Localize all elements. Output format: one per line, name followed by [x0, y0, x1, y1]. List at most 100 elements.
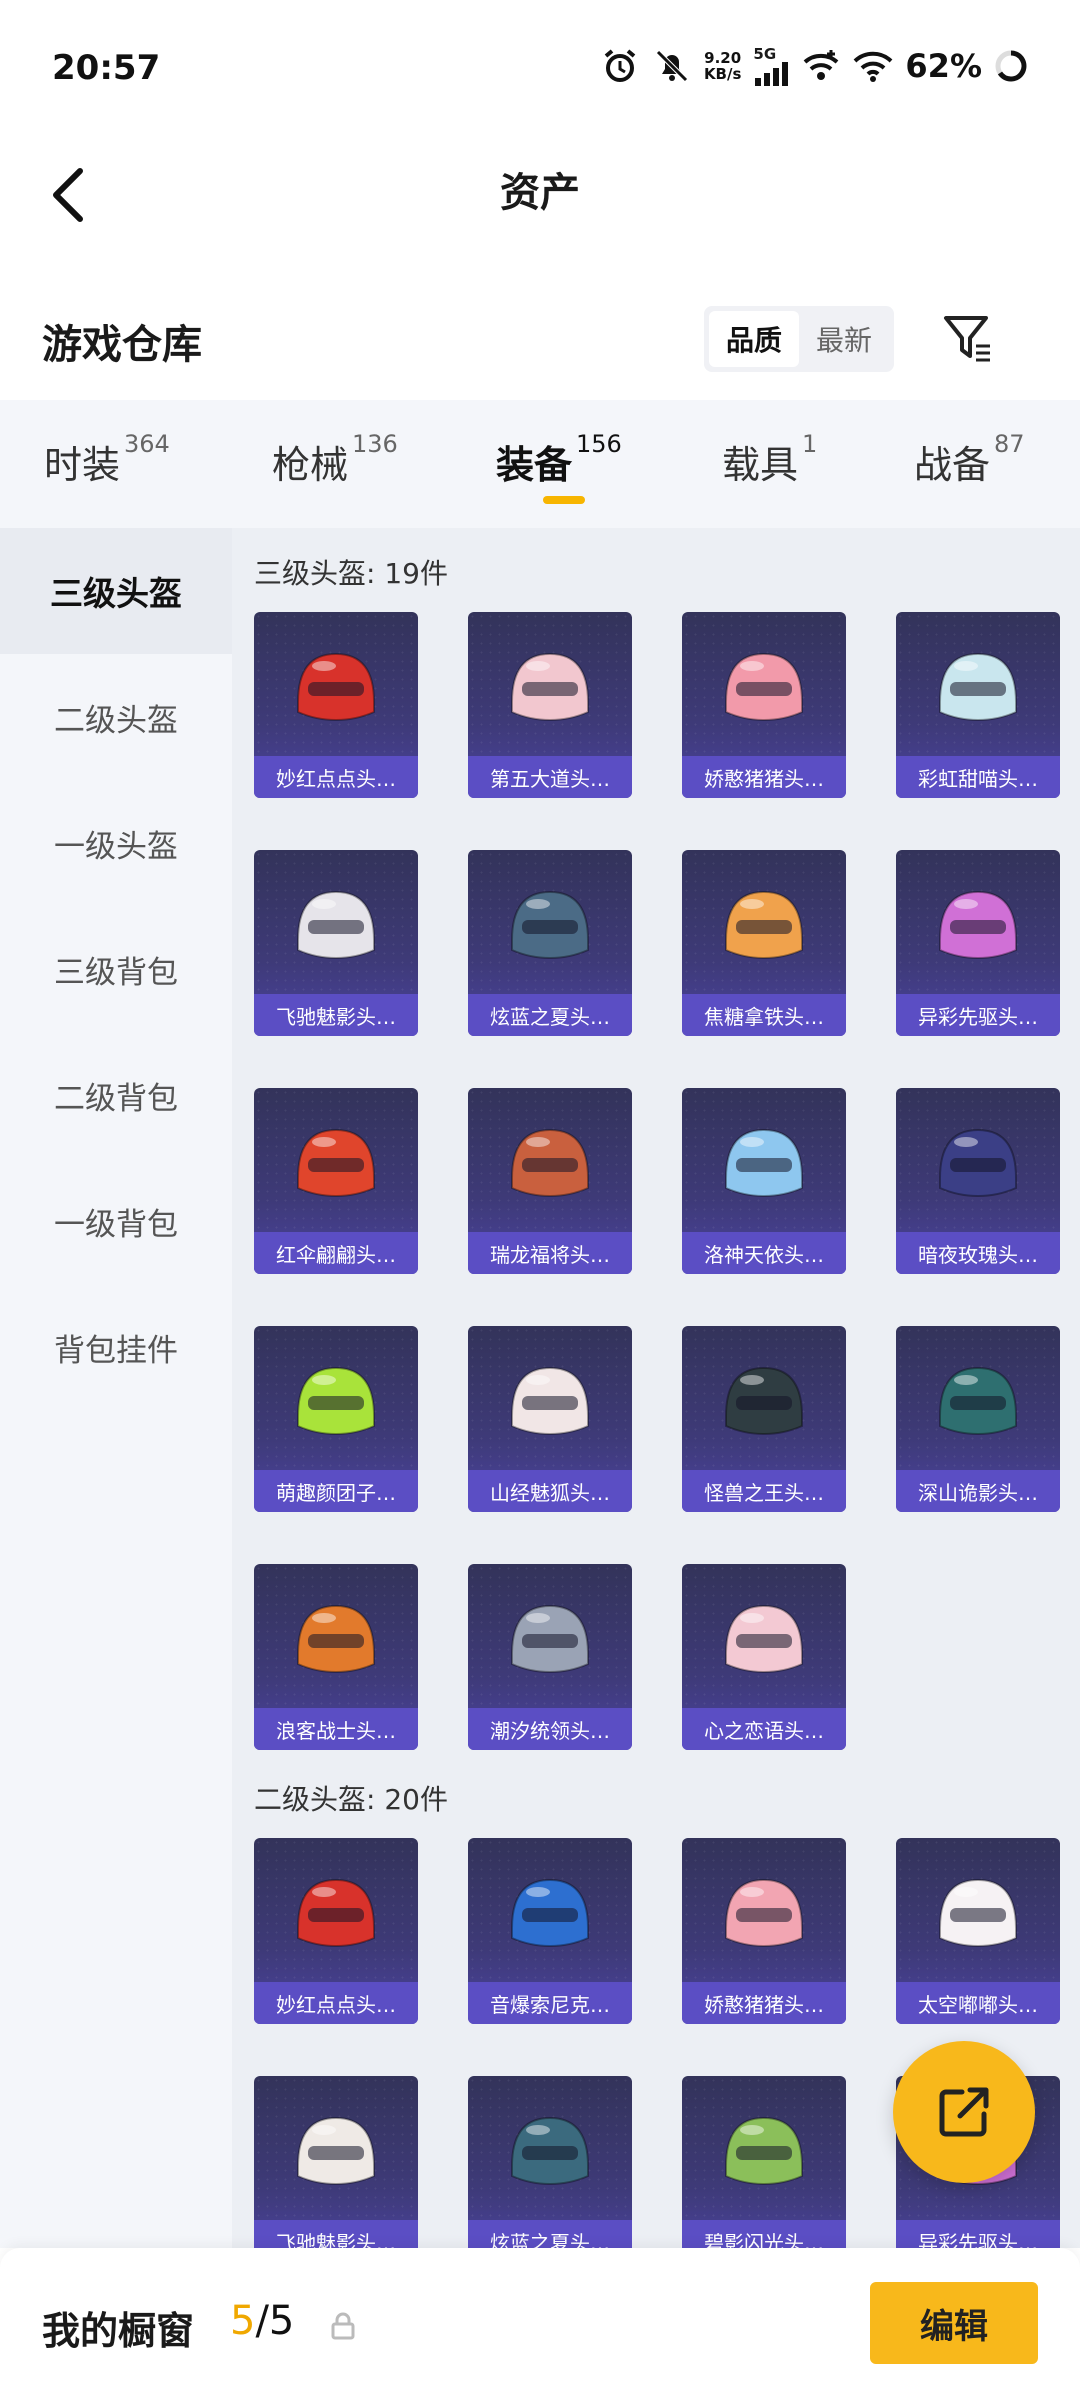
section-title: 二级头盔: 20件 [254, 1783, 448, 1816]
item-card[interactable]: 红伞翩翩头… [254, 1088, 418, 1274]
active-tab-indicator [543, 496, 585, 504]
sidebar-item-level2-helmet[interactable]: 二级头盔 [0, 654, 232, 780]
item-card[interactable]: 潮汐统领头… [468, 1564, 632, 1750]
item-name: 暗夜玫瑰头… [896, 1232, 1060, 1274]
item-card[interactable]: 飞驰魅影头… [254, 850, 418, 1036]
helmet-icon [511, 1128, 589, 1198]
mute-icon [656, 50, 688, 82]
item-card[interactable]: 深山诡影头… [896, 1326, 1060, 1512]
helmet-icon [939, 1366, 1017, 1436]
sidebar-item-level1-helmet[interactable]: 一级头盔 [0, 780, 232, 906]
sidebar-item-level1-backpack[interactable]: 一级背包 [0, 1158, 232, 1284]
edit-button[interactable]: 编辑 [870, 2282, 1038, 2364]
sort-quality-option[interactable]: 品质 [709, 311, 799, 367]
sidebar-item-level3-helmet[interactable]: 三级头盔 [0, 528, 232, 654]
status-icons: 9.20 KB/s 5G 62% [600, 46, 1028, 86]
item-card[interactable]: 洛神天依头… [682, 1088, 846, 1274]
tab-supplies[interactable]: 战备 87 [914, 430, 1025, 489]
item-name: 萌趣颜团子… [254, 1470, 418, 1512]
showcase-bar: 我的橱窗 5/5 编辑 [0, 2248, 1080, 2400]
item-card[interactable]: 山经魅狐头… [468, 1326, 632, 1512]
signal-icon [755, 61, 789, 86]
status-time: 20:57 [52, 48, 161, 88]
item-name: 潮汐统领头… [468, 1708, 632, 1750]
helmet-icon [511, 1878, 589, 1948]
helmet-icon [511, 652, 589, 722]
item-card[interactable]: 怪兽之王头… [682, 1326, 846, 1512]
helmet-icon [511, 1604, 589, 1674]
item-name: 太空嘟嘟头… [896, 1982, 1060, 2024]
item-name: 妙红点点头… [254, 756, 418, 798]
tab-fashion[interactable]: 时装 364 [44, 430, 170, 489]
showcase-count-total: /5 [255, 2298, 295, 2344]
item-name: 炫蓝之夏头… [468, 994, 632, 1036]
item-name: 深山诡影头… [896, 1470, 1060, 1512]
item-card[interactable]: 妙红点点头… [254, 612, 418, 798]
battery-percent: 62% [905, 47, 982, 85]
sidebar-item-level3-backpack[interactable]: 三级背包 [0, 906, 232, 1032]
tab-count: 87 [994, 430, 1025, 458]
tab-count: 364 [124, 430, 170, 458]
signal-group: 5G [753, 44, 789, 86]
item-card[interactable]: 炫蓝之夏头… [468, 850, 632, 1036]
item-grid: 三级头盔: 19件 二级头盔: 20件 妙红点点头… 第五大道头… 娇憨猪猪头… 彩虹… [232, 528, 1080, 2248]
wifi-calling-icon [804, 50, 839, 80]
app-header: 资产 [0, 140, 1080, 250]
item-name: 碧影闪光头… [682, 2220, 846, 2248]
share-button[interactable] [893, 2041, 1035, 2183]
sort-newest-option[interactable]: 最新 [799, 311, 889, 367]
sidebar-item-backpack-charm[interactable]: 背包挂件 [0, 1284, 232, 1410]
net-type: 5G [753, 44, 777, 63]
item-card[interactable]: 碧影闪光头… [682, 2076, 846, 2248]
helmet-icon [725, 652, 803, 722]
helmet-icon [297, 1128, 375, 1198]
item-card[interactable]: 异彩先驱头… [896, 850, 1060, 1036]
item-name: 红伞翩翩头… [254, 1232, 418, 1274]
helmet-icon [725, 1366, 803, 1436]
item-card[interactable]: 娇憨猪猪头… [682, 612, 846, 798]
tab-firearms[interactable]: 枪械 136 [272, 430, 398, 489]
tab-label: 装备 [496, 443, 573, 487]
item-card[interactable]: 心之恋语头… [682, 1564, 846, 1750]
helmet-icon [511, 2116, 589, 2186]
external-link-icon [939, 2087, 989, 2137]
item-card[interactable]: 太空嘟嘟头… [896, 1838, 1060, 2024]
net-speed-value: 9.20 [704, 49, 742, 67]
helmet-icon [939, 1128, 1017, 1198]
helmet-icon [297, 2116, 375, 2186]
tab-count: 156 [576, 430, 622, 458]
item-name: 异彩先驱头… [896, 994, 1060, 1036]
item-card[interactable]: 妙红点点头… [254, 1838, 418, 2024]
item-name: 娇憨猪猪头… [682, 1982, 846, 2024]
filter-button[interactable] [938, 308, 998, 368]
item-name: 飞驰魅影头… [254, 994, 418, 1036]
status-bar: 20:57 9.20 KB/s 5G 62% [0, 0, 1080, 140]
item-card[interactable]: 焦糖拿铁头… [682, 850, 846, 1036]
item-card[interactable]: 飞驰魅影头… [254, 2076, 418, 2248]
tab-count: 136 [352, 430, 398, 458]
item-name: 浪客战士头… [254, 1708, 418, 1750]
item-card[interactable]: 彩虹甜喵头… [896, 612, 1060, 798]
showcase-count-current: 5 [230, 2298, 256, 2344]
item-card[interactable]: 娇憨猪猪头… [682, 1838, 846, 2024]
helmet-icon [297, 1366, 375, 1436]
item-card[interactable]: 瑞龙福将头… [468, 1088, 632, 1274]
helmet-icon [511, 1366, 589, 1436]
tab-vehicles[interactable]: 载具 1 [722, 430, 817, 489]
item-card[interactable]: 浪客战士头… [254, 1564, 418, 1750]
item-card[interactable]: 暗夜玫瑰头… [896, 1088, 1060, 1274]
helmet-icon [939, 1878, 1017, 1948]
item-name: 彩虹甜喵头… [896, 756, 1060, 798]
lock-icon [331, 2312, 355, 2340]
item-name: 妙红点点头… [254, 1982, 418, 2024]
tab-equipment[interactable]: 装备 156 [496, 430, 622, 489]
item-card[interactable]: 炫蓝之夏头… [468, 2076, 632, 2248]
helmet-icon [725, 1878, 803, 1948]
sort-toggle: 品质 最新 [704, 306, 894, 372]
item-card[interactable]: 第五大道头… [468, 612, 632, 798]
network-speed: 9.20 KB/s [704, 50, 741, 82]
tab-label: 战备 [914, 443, 991, 487]
item-card[interactable]: 音爆索尼克… [468, 1838, 632, 2024]
item-card[interactable]: 萌趣颜团子… [254, 1326, 418, 1512]
sidebar-item-level2-backpack[interactable]: 二级背包 [0, 1032, 232, 1158]
